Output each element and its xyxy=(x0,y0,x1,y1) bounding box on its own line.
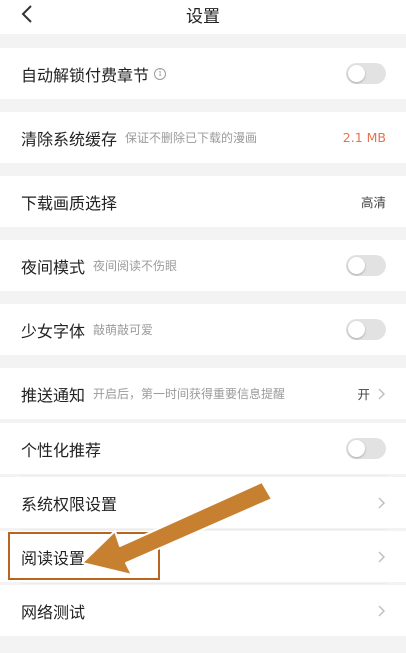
setting-download-quality[interactable]: 下载画质选择 高清 xyxy=(0,176,406,227)
night-mode-toggle[interactable] xyxy=(346,255,386,276)
setting-clear-cache[interactable]: 清除系统缓存 保证不删除已下载的漫画 2.1 MB xyxy=(0,112,406,163)
setting-description: 开启后，第一时间获得重要信息提醒 xyxy=(93,387,286,401)
setting-label: 网络测试 xyxy=(21,602,86,622)
setting-push-notification[interactable]: 推送通知 开启后，第一时间获得重要信息提醒 开 xyxy=(0,368,406,419)
setting-night-mode[interactable]: 夜间模式 夜间阅读不伤眼 xyxy=(0,240,406,291)
setting-label: 自动解锁付费章节 xyxy=(21,65,150,85)
setting-label: 下载画质选择 xyxy=(21,193,118,213)
chevron-right-icon xyxy=(376,496,386,510)
setting-auto-unlock[interactable]: 自动解锁付费章节 i xyxy=(0,48,406,99)
divider xyxy=(21,475,386,476)
chevron-right-icon xyxy=(376,550,386,564)
info-icon[interactable]: i xyxy=(154,67,167,80)
push-status-value: 开 xyxy=(357,387,370,402)
settings-page: 设置 自动解锁付费章节 i 清除系统缓存 保证不删除已下载的漫画 2.1 MB … xyxy=(0,0,406,653)
setting-reading[interactable]: 阅读设置 xyxy=(0,531,406,582)
girl-font-toggle[interactable] xyxy=(346,319,386,340)
divider xyxy=(21,583,386,584)
cache-size-value: 2.1 MB xyxy=(342,130,386,145)
setting-description: 保证不删除已下载的漫画 xyxy=(125,131,258,145)
setting-label: 个性化推荐 xyxy=(21,440,102,460)
personalized-toggle[interactable] xyxy=(346,438,386,459)
setting-label: 清除系统缓存 xyxy=(21,129,118,149)
divider xyxy=(21,529,386,530)
auto-unlock-toggle[interactable] xyxy=(346,63,386,84)
header-bar: 设置 xyxy=(0,0,406,34)
chevron-right-icon xyxy=(376,387,386,401)
page-title: 设置 xyxy=(186,7,220,27)
setting-label: 夜间模式 xyxy=(21,257,86,277)
setting-description: 夜间阅读不伤眼 xyxy=(93,259,178,273)
setting-network-test[interactable]: 网络测试 xyxy=(0,585,406,636)
setting-personalized-recommend[interactable]: 个性化推荐 xyxy=(0,423,406,474)
setting-description: 敲萌敲可爱 xyxy=(93,323,154,337)
setting-label: 阅读设置 xyxy=(21,548,86,568)
quality-value: 高清 xyxy=(360,195,386,210)
setting-system-permissions[interactable]: 系统权限设置 xyxy=(0,477,406,528)
setting-label: 系统权限设置 xyxy=(21,494,118,514)
chevron-right-icon xyxy=(376,604,386,618)
setting-label: 推送通知 xyxy=(21,385,86,405)
setting-label: 少女字体 xyxy=(21,321,86,341)
setting-girl-font[interactable]: 少女字体 敲萌敲可爱 xyxy=(0,304,406,355)
